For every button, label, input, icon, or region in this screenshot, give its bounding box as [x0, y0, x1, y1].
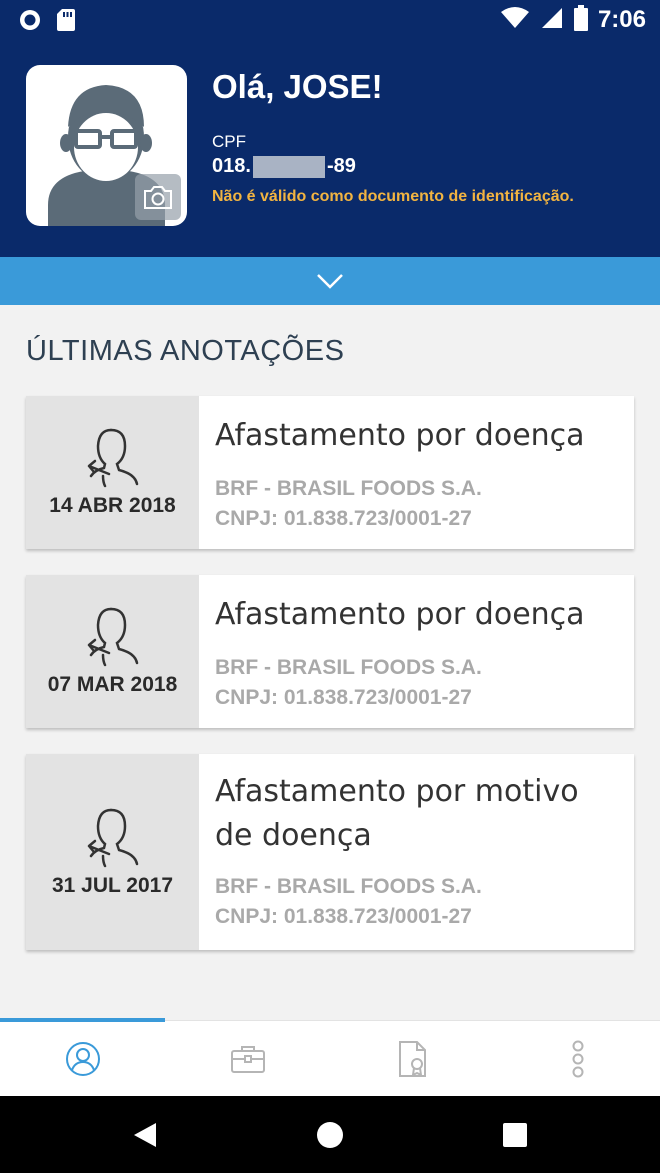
wifi-icon	[500, 6, 530, 34]
profile-icon	[65, 1042, 100, 1076]
sd-card-icon	[56, 8, 76, 36]
cpf-label: CPF	[212, 132, 246, 151]
status-bar: 7:06	[0, 0, 660, 40]
annotation-company: BRF - BRASIL FOODS S.A.	[215, 875, 482, 898]
annotation-body: Afastamento por motivo de doença BRF - B…	[199, 754, 634, 950]
annotation-date-panel: 31 JUL 2017	[26, 754, 199, 950]
system-recents-button[interactable]	[485, 1096, 545, 1173]
chevron-down-icon	[317, 274, 343, 289]
annotation-date: 14 ABR 2018	[49, 494, 176, 517]
cpf-prefix: 018.	[212, 155, 251, 177]
avatar[interactable]	[26, 65, 187, 226]
tab-profile[interactable]	[0, 1021, 165, 1097]
annotation-body: Afastamento por doença BRF - BRASIL FOOD…	[199, 575, 634, 728]
greeting: Olá, JOSE!	[212, 68, 383, 105]
person-leave-icon	[87, 428, 139, 488]
cpf-warning: Não é válido como documento de identific…	[212, 188, 574, 205]
annotation-card[interactable]: 31 JUL 2017 Afastamento por motivo de do…	[26, 754, 634, 950]
annotation-title-line-1: Afastamento por motivo	[215, 774, 579, 809]
annotation-date-panel: 14 ABR 2018	[26, 396, 199, 549]
expand-header-button[interactable]	[0, 257, 660, 305]
status-time: 7:06	[597, 6, 646, 33]
annotation-title-line-2: de doença	[215, 818, 372, 853]
annotation-title: Afastamento por doença	[215, 418, 585, 453]
camera-icon	[144, 186, 172, 209]
system-navigation-bar	[0, 1096, 660, 1173]
person-leave-icon	[87, 808, 139, 868]
annotation-date: 31 JUL 2017	[51, 874, 174, 897]
annotation-body: Afastamento por doença BRF - BRASIL FOOD…	[199, 396, 634, 549]
system-back-button[interactable]	[115, 1096, 175, 1173]
annotation-cnpj: CNPJ: 01.838.723/0001-27	[215, 686, 472, 709]
bottom-navigation	[0, 1018, 660, 1097]
cpf-value: 018. -89	[212, 155, 356, 178]
home-icon	[317, 1121, 343, 1148]
signal-icon	[540, 6, 564, 34]
annotations-section: ÚLTIMAS ANOTAÇÕES 14 ABR 2018 Afastament…	[0, 305, 660, 1020]
annotation-date-panel: 07 MAR 2018	[26, 575, 199, 728]
cpf-suffix: -89	[326, 155, 356, 177]
back-icon	[134, 1122, 156, 1147]
annotation-company: BRF - BRASIL FOODS S.A.	[215, 477, 482, 500]
annotation-date: 07 MAR 2018	[47, 673, 178, 696]
more-vertical-icon	[572, 1040, 583, 1078]
section-title: ÚLTIMAS ANOTAÇÕES	[26, 335, 345, 367]
circle-notification-icon	[18, 8, 42, 36]
tab-work[interactable]	[165, 1021, 330, 1097]
annotation-cnpj: CNPJ: 01.838.723/0001-27	[215, 905, 472, 928]
tab-more[interactable]	[495, 1021, 660, 1097]
annotation-card[interactable]: 07 MAR 2018 Afastamento por doença BRF -…	[26, 575, 634, 728]
annotation-company: BRF - BRASIL FOODS S.A.	[215, 656, 482, 679]
system-home-button[interactable]	[300, 1096, 360, 1173]
briefcase-icon	[230, 1046, 265, 1073]
battery-icon	[573, 5, 588, 35]
camera-button[interactable]	[135, 174, 181, 220]
recents-icon	[503, 1122, 527, 1147]
person-leave-icon	[87, 607, 139, 667]
certificate-document-icon	[398, 1041, 426, 1077]
cpf-mask	[252, 155, 325, 178]
tab-documents[interactable]	[330, 1021, 495, 1097]
annotation-cnpj: CNPJ: 01.838.723/0001-27	[215, 507, 472, 530]
annotation-title: Afastamento por doença	[215, 597, 585, 632]
annotation-card[interactable]: 14 ABR 2018 Afastamento por doença BRF -…	[26, 396, 634, 549]
profile-header: Olá, JOSE! CPF 018. -89 Não é válido com…	[0, 40, 660, 257]
